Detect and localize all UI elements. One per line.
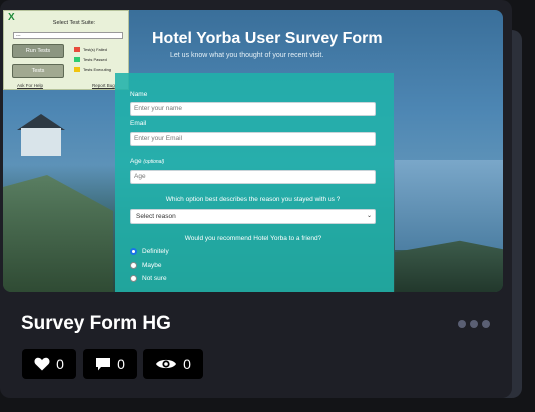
tests-button[interactable]: Tests	[12, 64, 64, 78]
email-input[interactable]: Enter your Email	[130, 132, 376, 146]
legend-failed: Test(s) Failed	[74, 47, 107, 52]
radio-button[interactable]	[130, 275, 137, 282]
legend-label: Test(s) Failed	[83, 47, 108, 52]
recommend-question: Would you recommend Hotel Yorba to a fri…	[184, 235, 322, 242]
run-tests-button[interactable]: Run Tests	[12, 44, 64, 58]
form-subtitle: Let us know what you thought of your rec…	[170, 52, 324, 59]
legend-passed: Tests Passed	[74, 57, 107, 62]
comment-count: 0	[117, 356, 125, 372]
dot-icon	[458, 320, 466, 328]
dot-icon	[470, 320, 478, 328]
house	[21, 128, 61, 156]
radio-label: Maybe	[142, 262, 162, 269]
legend-label: Tests Passed	[83, 57, 107, 62]
views-button[interactable]: 0	[143, 349, 203, 379]
reason-select[interactable]: Select reason ⌄	[130, 209, 376, 224]
test-suite-panel: X Select Test Suite: --- Run Tests Tests…	[3, 10, 129, 90]
age-label-text: Age	[130, 158, 142, 165]
report-bug-link[interactable]: Report Bug	[92, 83, 115, 88]
age-label: Age (optional)	[130, 158, 164, 165]
close-icon[interactable]: X	[8, 13, 15, 23]
comment-icon	[96, 357, 111, 370]
view-count: 0	[183, 356, 191, 372]
radio-definitely[interactable]: Definitely	[130, 248, 169, 255]
age-optional: (optional)	[143, 159, 165, 165]
test-suite-select[interactable]: ---	[13, 32, 123, 39]
reason-question: Which option best describes the reason y…	[165, 196, 341, 203]
radio-maybe[interactable]: Maybe	[130, 262, 162, 269]
form-title: Hotel Yorba User Survey Form	[152, 30, 383, 47]
dot-icon	[482, 320, 490, 328]
radio-not-sure[interactable]: Not sure	[130, 275, 167, 282]
lake	[395, 160, 503, 250]
test-suite-title: Select Test Suite:	[52, 20, 96, 26]
radio-label: Not sure	[142, 275, 167, 282]
pen-title[interactable]: Survey Form HG	[21, 313, 171, 335]
radio-button[interactable]	[130, 262, 137, 269]
reason-select-value: Select reason	[136, 213, 176, 220]
legend-label: Tests Executing	[83, 67, 112, 72]
more-options-button[interactable]	[458, 320, 490, 328]
hillside	[3, 175, 113, 292]
legend-swatch	[74, 57, 80, 62]
eye-icon	[156, 359, 177, 369]
legend-swatch	[74, 47, 80, 52]
pen-card: X Select Test Suite: --- Run Tests Tests…	[0, 0, 512, 398]
chevron-down-icon: ⌄	[366, 213, 372, 219]
name-label: Name	[130, 91, 148, 98]
like-count: 0	[56, 356, 64, 372]
legend-swatch	[74, 67, 80, 72]
ask-help-link[interactable]: Ask For Help	[17, 83, 43, 88]
radio-button[interactable]	[130, 248, 137, 255]
legend-executing: Tests Executing	[74, 67, 111, 72]
like-button[interactable]: 0	[22, 349, 76, 379]
heart-icon	[34, 357, 50, 371]
name-input[interactable]: Enter your name	[130, 102, 376, 116]
radio-label: Definitely	[142, 248, 169, 255]
age-input[interactable]: Age	[130, 170, 376, 184]
email-label: Email	[130, 120, 147, 127]
comment-button[interactable]: 0	[83, 349, 137, 379]
